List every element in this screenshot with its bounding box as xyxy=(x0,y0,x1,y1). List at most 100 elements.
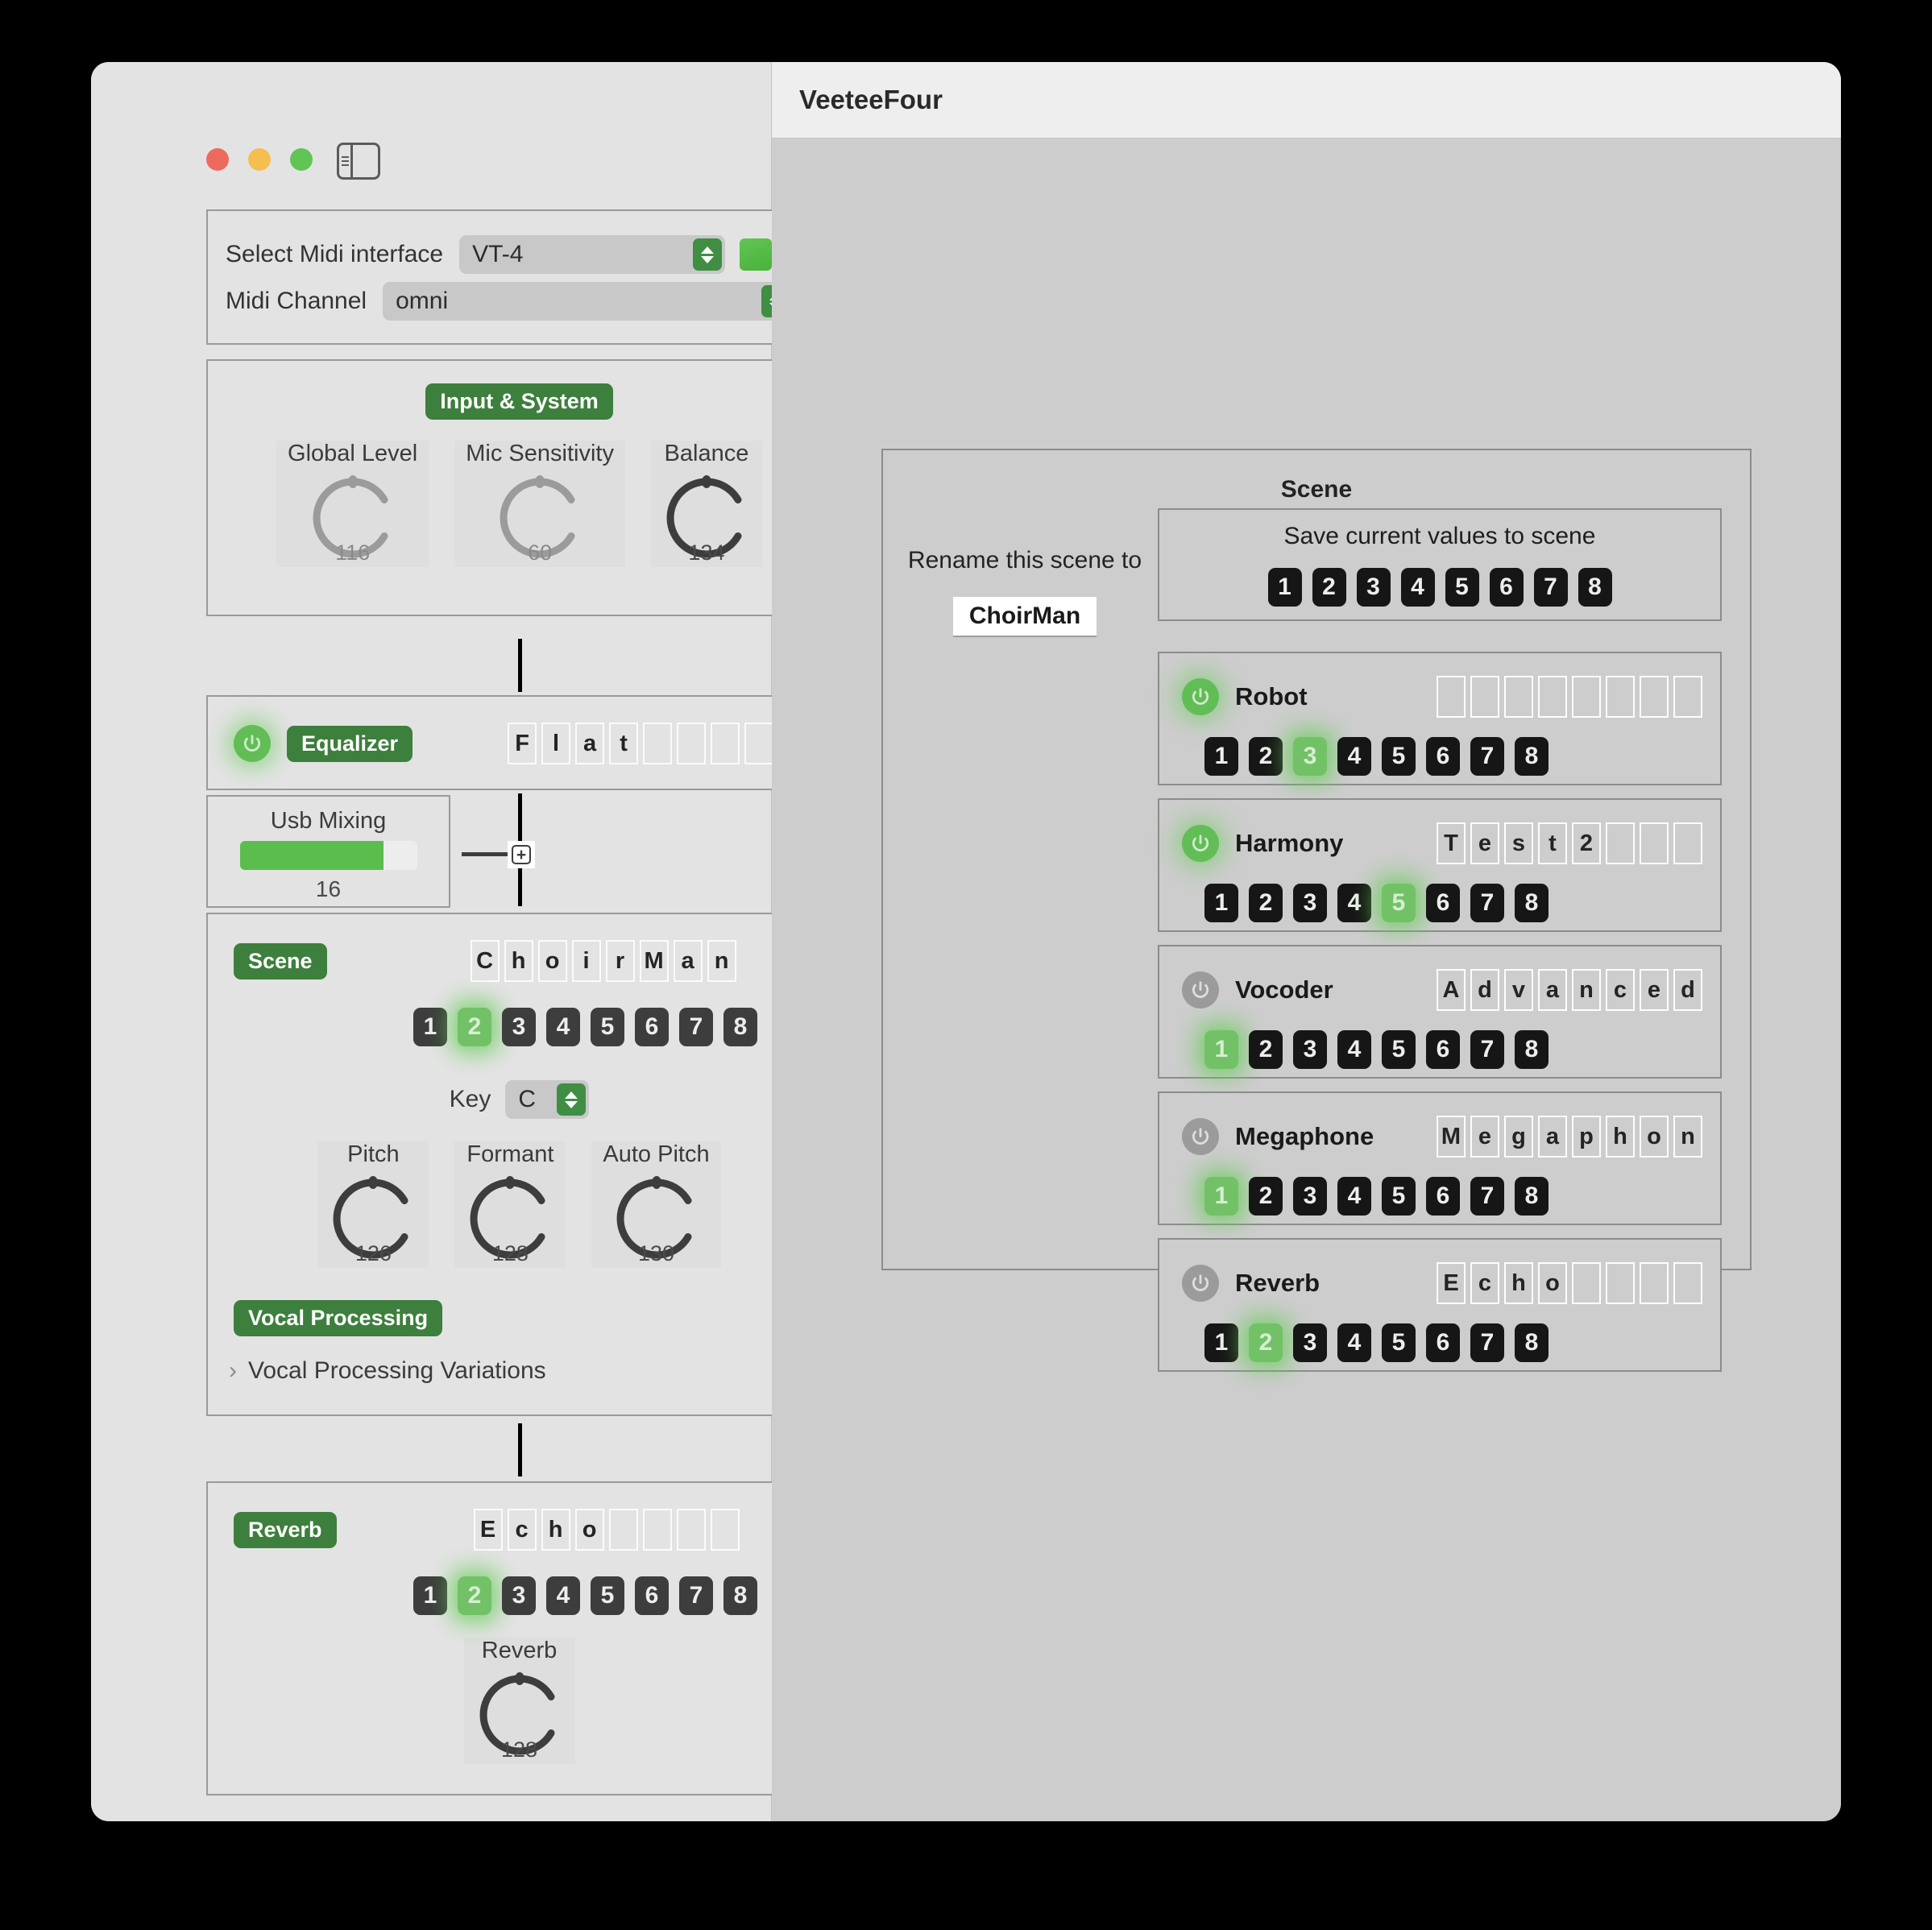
power-icon[interactable] xyxy=(1182,825,1219,862)
char-box[interactable]: F xyxy=(508,723,537,764)
preset-button-4[interactable]: 4 xyxy=(1337,1177,1371,1216)
char-box[interactable]: A xyxy=(1437,969,1466,1011)
char-box[interactable] xyxy=(642,1509,672,1551)
preset-button-3[interactable]: 3 xyxy=(1293,1030,1327,1069)
preset-button-1[interactable]: 1 xyxy=(1204,1030,1238,1069)
preset-button-5[interactable]: 5 xyxy=(1382,1030,1416,1069)
knob-dial[interactable]: 128 xyxy=(466,1174,554,1265)
knob-auto-pitch[interactable]: Auto Pitch 130 xyxy=(591,1141,720,1268)
char-box[interactable]: d xyxy=(1470,969,1499,1011)
equalizer-power-icon[interactable] xyxy=(234,725,271,762)
power-icon[interactable] xyxy=(1182,1118,1219,1155)
preset-button-8[interactable]: 8 xyxy=(1515,884,1549,922)
add-module-button[interactable]: + xyxy=(508,841,535,868)
preset-button-6[interactable]: 6 xyxy=(1426,1030,1460,1069)
knob-dial[interactable]: 126 xyxy=(329,1174,417,1265)
preset-button-2[interactable]: 2 xyxy=(1249,1177,1283,1216)
vocal-processing-title[interactable]: Vocal Processing xyxy=(234,1300,443,1336)
char-box[interactable]: g xyxy=(1504,1116,1533,1158)
preset-button-5[interactable]: 5 xyxy=(591,1576,624,1615)
preset-button-8[interactable]: 8 xyxy=(1515,1177,1549,1216)
char-box[interactable] xyxy=(1504,676,1533,718)
preset-button-7[interactable]: 7 xyxy=(679,1576,713,1615)
char-box[interactable]: o xyxy=(1640,1116,1669,1158)
effect-name-chars[interactable]: Megaphon xyxy=(1437,1116,1702,1158)
equalizer-title[interactable]: Equalizer xyxy=(287,725,413,762)
scene-title[interactable]: Scene xyxy=(234,942,327,979)
preset-button-2[interactable]: 2 xyxy=(458,1576,491,1615)
char-box[interactable] xyxy=(1538,676,1567,718)
char-box[interactable] xyxy=(1572,1262,1601,1304)
preset-button-1[interactable]: 1 xyxy=(1204,1323,1238,1362)
char-box[interactable]: d xyxy=(1673,969,1702,1011)
char-box[interactable]: n xyxy=(707,940,736,982)
preset-button-4[interactable]: 4 xyxy=(1337,884,1371,922)
preset-button-6[interactable]: 6 xyxy=(1426,1177,1460,1216)
reverb-title[interactable]: Reverb xyxy=(234,1511,337,1548)
effect-button-row[interactable]: 12345678 xyxy=(1159,1304,1720,1383)
minimize-button[interactable] xyxy=(248,148,271,171)
midi-interface-select[interactable]: VT-4 xyxy=(459,235,726,274)
preset-button-5[interactable]: 5 xyxy=(591,1008,624,1046)
preset-button-7[interactable]: 7 xyxy=(1533,568,1568,607)
knob-dial[interactable]: 116 xyxy=(309,474,397,565)
preset-button-4[interactable]: 4 xyxy=(1337,1030,1371,1069)
effect-name-chars[interactable]: Advanced xyxy=(1437,969,1702,1011)
char-box[interactable]: s xyxy=(1504,822,1533,864)
char-box[interactable]: e xyxy=(1470,1116,1499,1158)
preset-button-2[interactable]: 2 xyxy=(1249,737,1283,776)
usb-mixing-slider-track[interactable] xyxy=(239,841,417,870)
key-select[interactable]: C xyxy=(505,1080,590,1119)
preset-button-7[interactable]: 7 xyxy=(679,1008,713,1046)
char-box[interactable]: n xyxy=(1673,1116,1702,1158)
char-box[interactable]: r xyxy=(605,940,635,982)
usb-mixing-slider[interactable] xyxy=(208,841,449,870)
char-box[interactable] xyxy=(1606,676,1635,718)
preset-button-7[interactable]: 7 xyxy=(1470,884,1504,922)
reverb-button-row[interactable]: 12345678 xyxy=(413,1576,831,1615)
char-box[interactable]: M xyxy=(1437,1116,1466,1158)
equalizer-name-chars[interactable]: Flat xyxy=(508,723,774,764)
preset-button-2[interactable]: 2 xyxy=(458,1008,491,1046)
char-box[interactable] xyxy=(1470,676,1499,718)
char-box[interactable]: T xyxy=(1437,822,1466,864)
effect-button-row[interactable]: 12345678 xyxy=(1159,1011,1720,1090)
char-box[interactable]: a xyxy=(1538,1116,1567,1158)
preset-button-5[interactable]: 5 xyxy=(1382,1323,1416,1362)
effect-button-row[interactable]: 12345678 xyxy=(1159,1158,1720,1236)
char-box[interactable]: p xyxy=(1572,1116,1601,1158)
preset-button-4[interactable]: 4 xyxy=(546,1576,580,1615)
preset-button-5[interactable]: 5 xyxy=(1382,1177,1416,1216)
knob-pitch[interactable]: Pitch 126 xyxy=(317,1141,429,1268)
char-box[interactable]: v xyxy=(1504,969,1533,1011)
power-icon[interactable] xyxy=(1182,971,1219,1008)
char-box[interactable]: a xyxy=(1538,969,1567,1011)
char-box[interactable]: l xyxy=(541,723,571,764)
char-box[interactable] xyxy=(1673,822,1702,864)
preset-button-2[interactable]: 2 xyxy=(1249,1323,1283,1362)
char-box[interactable] xyxy=(1673,1262,1702,1304)
preset-button-5[interactable]: 5 xyxy=(1445,568,1479,607)
close-button[interactable] xyxy=(206,148,229,171)
effect-name-chars[interactable]: Echo xyxy=(1437,1262,1702,1304)
preset-button-8[interactable]: 8 xyxy=(1578,568,1612,607)
char-box[interactable] xyxy=(1640,1262,1669,1304)
power-icon[interactable] xyxy=(1182,1265,1219,1302)
char-box[interactable] xyxy=(1572,676,1601,718)
char-box[interactable] xyxy=(1640,822,1669,864)
midi-interface-stepper-icon[interactable] xyxy=(693,238,723,271)
preset-button-7[interactable]: 7 xyxy=(1470,1323,1504,1362)
manual-link[interactable]: Manual xyxy=(206,1818,285,1821)
preset-button-3[interactable]: 3 xyxy=(502,1576,536,1615)
preset-button-3[interactable]: 3 xyxy=(502,1008,536,1046)
preset-button-3[interactable]: 3 xyxy=(1293,884,1327,922)
char-box[interactable]: 2 xyxy=(1572,822,1601,864)
preset-button-2[interactable]: 2 xyxy=(1312,568,1346,607)
knob-dial[interactable]: 60 xyxy=(495,474,584,565)
char-box[interactable] xyxy=(608,1509,638,1551)
reverb-name-chars[interactable]: Echo xyxy=(473,1509,740,1551)
preset-button-3[interactable]: 3 xyxy=(1356,568,1391,607)
char-box[interactable] xyxy=(1606,1262,1635,1304)
save-scene-button-row[interactable]: 12345678 xyxy=(1159,568,1720,607)
char-box[interactable]: c xyxy=(1470,1262,1499,1304)
